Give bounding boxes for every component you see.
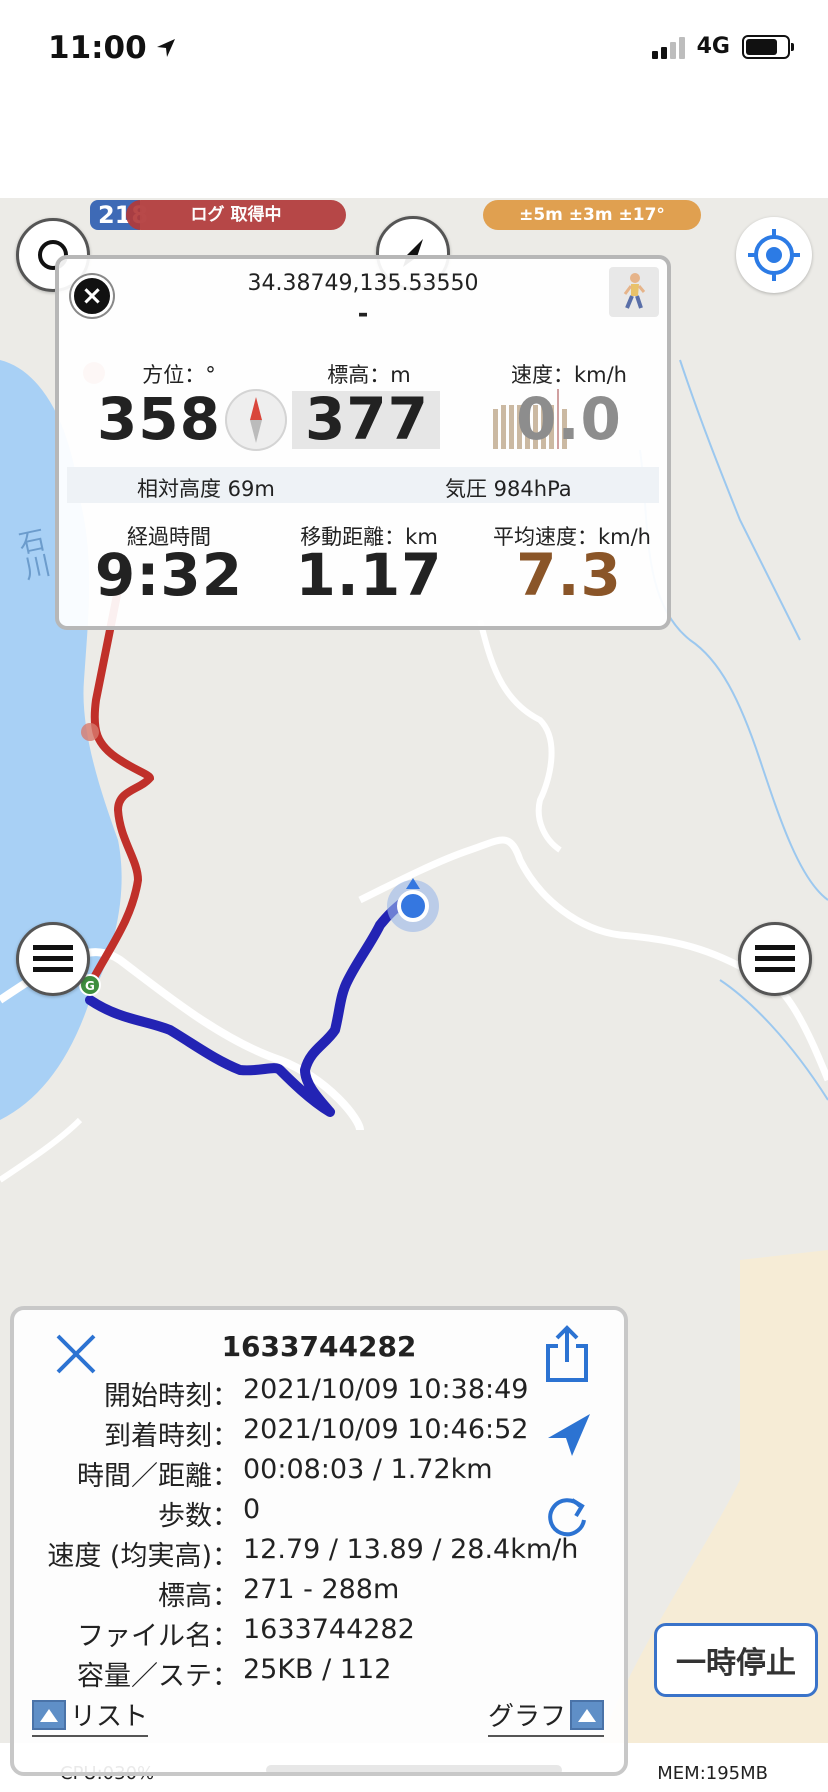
right-menu-button[interactable]: [738, 922, 812, 996]
row-value: 00:08:03 / 1.72km: [243, 1454, 493, 1485]
svg-text:G: G: [85, 979, 95, 993]
row-value: 2021/10/09 10:46:52: [243, 1414, 529, 1445]
row-value: 12.79 / 13.89 / 28.4km/h: [243, 1534, 579, 1565]
track-row-time-distance: 時間／距離： 00:08:03 / 1.72km: [14, 1454, 614, 1492]
relative-altitude: 相対高度 69m: [137, 477, 275, 501]
pause-button[interactable]: 一時停止: [654, 1623, 818, 1697]
row-key: 時間／距離：: [77, 1461, 239, 1492]
status-time: 11:00: [48, 30, 177, 66]
accuracy-badge[interactable]: ±5m ±3m ±17°: [483, 200, 701, 230]
graph-link[interactable]: グラフ: [488, 1696, 605, 1737]
list-link[interactable]: リスト: [32, 1696, 149, 1737]
hamburger-icon: [33, 945, 73, 972]
locate-me-button[interactable]: [736, 217, 812, 293]
walker-icon: [623, 273, 646, 309]
track-row-steps: 歩数： 0: [14, 1494, 614, 1532]
heading-value: 358: [96, 385, 222, 453]
hamburger-icon: [755, 945, 795, 972]
row-key: 歩数：: [158, 1501, 239, 1532]
graph-label: グラフ: [488, 1702, 567, 1732]
crosshair-icon: [748, 229, 800, 281]
row-key: 標高：: [158, 1581, 239, 1612]
avg-speed-value: 7.3: [516, 541, 622, 609]
row-value: 25KB / 112: [243, 1654, 392, 1685]
up-triangle-icon: [32, 1699, 66, 1730]
memory-usage: MEM:195MB: [657, 1763, 768, 1784]
left-menu-button[interactable]: [16, 922, 90, 996]
distance-value: 1.17: [295, 541, 443, 609]
track-title: 1633744282: [221, 1330, 417, 1363]
network-type: 4G: [696, 34, 730, 59]
track-detail-panel: 1633744282 開始時刻： 2021/10/09 10:38:49 到着時…: [10, 1306, 628, 1776]
compass-icon: [225, 389, 287, 451]
row-value: 271 - 288m: [243, 1574, 400, 1605]
track-row-start: 開始時刻： 2021/10/09 10:38:49: [14, 1374, 614, 1412]
elapsed-value: 9:32: [94, 541, 244, 609]
track-row-speed: 速度 (均実高)： 12.79 / 13.89 / 28.4km/h: [14, 1534, 614, 1572]
list-label: リスト: [70, 1702, 149, 1732]
status-indicators: 4G: [651, 34, 794, 59]
row-value: 0: [243, 1494, 261, 1525]
row-key: 速度 (均実高)：: [47, 1541, 239, 1572]
track-row-filename: ファイル名： 1633744282: [14, 1614, 614, 1652]
cellular-signal-icon: [651, 35, 685, 59]
row-key: 開始時刻：: [104, 1381, 239, 1412]
row-key: 容量／ステ：: [77, 1661, 239, 1692]
air-pressure: 気圧 984hPa: [445, 477, 572, 501]
clock-text: 11:00: [48, 30, 147, 66]
up-triangle-icon: [570, 1699, 605, 1730]
track-row-arrival: 到着時刻： 2021/10/09 10:46:52: [14, 1414, 614, 1452]
status-bar: 11:00 4G: [0, 0, 828, 198]
row-key: 到着時刻：: [104, 1421, 239, 1452]
speed-value: 0.0: [516, 385, 622, 453]
track-row-altitude: 標高： 271 - 288m: [14, 1574, 614, 1612]
battery-icon: [742, 34, 794, 59]
row-value: 1633744282: [243, 1614, 415, 1645]
log-status-badge[interactable]: ログ 取得中: [126, 200, 346, 230]
address-text: -: [357, 299, 369, 329]
info-card: × 34.38749,135.53550 - 方位：° 標高：m 速度：km/h…: [55, 255, 671, 630]
coordinates: 34.38749,135.53550: [247, 271, 479, 296]
location-arrow-icon: [156, 39, 175, 57]
row-value: 2021/10/09 10:38:49: [243, 1374, 529, 1405]
altitude-value: 377: [304, 385, 430, 453]
row-key: ファイル名：: [77, 1621, 239, 1652]
track-row-size: 容量／ステ： 25KB / 112: [14, 1654, 614, 1692]
walking-mode-button[interactable]: [609, 267, 659, 317]
